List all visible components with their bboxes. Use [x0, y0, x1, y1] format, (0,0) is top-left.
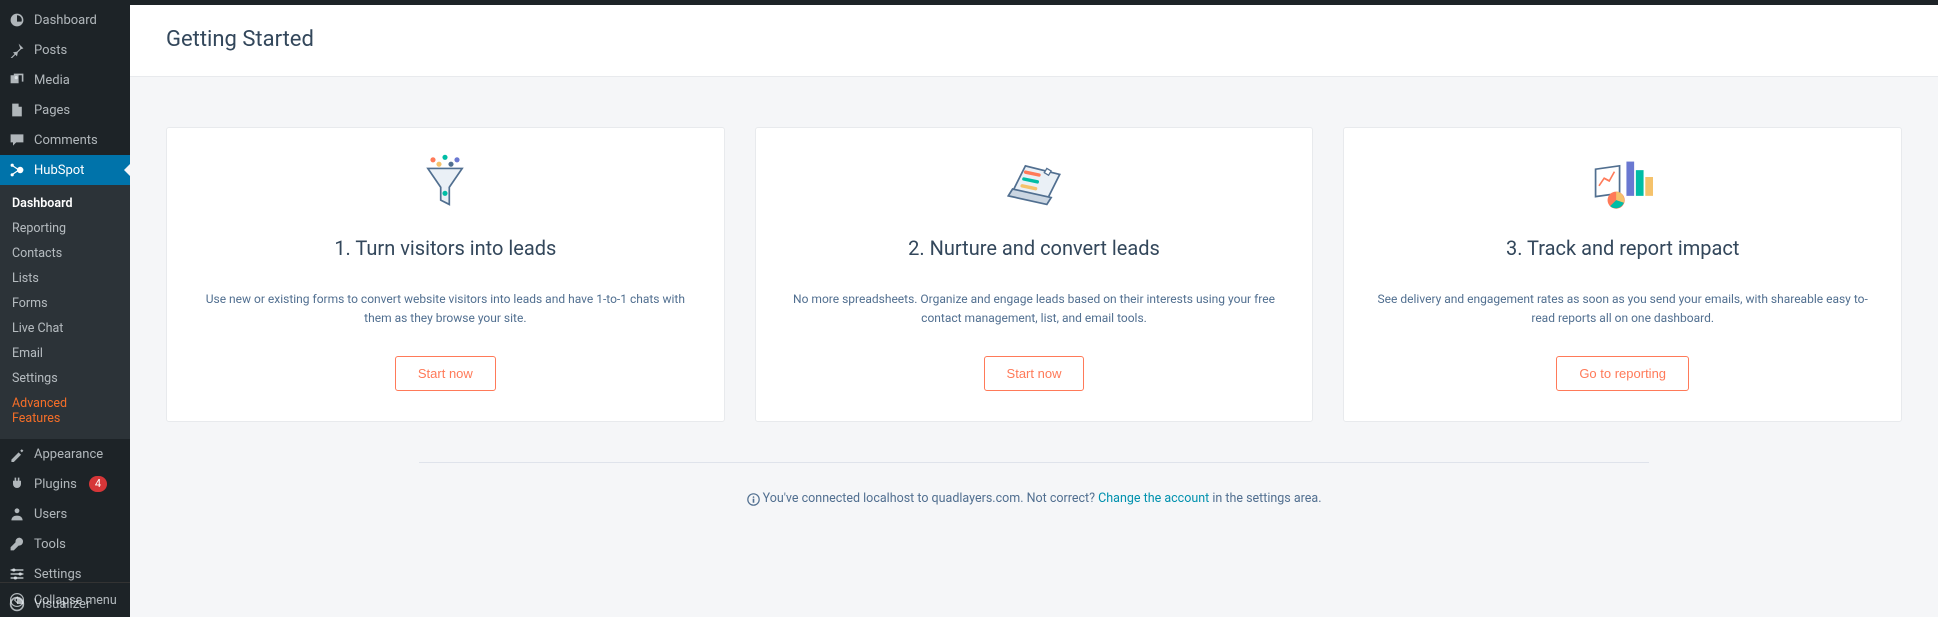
change-account-link[interactable]: Change the account [1098, 491, 1209, 506]
card-track-report-impact: 3. Track and report impact See delivery … [1343, 127, 1902, 422]
card-nurture-convert-leads: 2. Nurture and convert leads No more spr… [755, 127, 1314, 422]
collapse-menu-button[interactable]: Collapse menu [0, 582, 130, 617]
plugin-icon [8, 475, 26, 493]
main-content: Getting Started 1. Turn visitors into le… [130, 5, 1938, 617]
submenu-item-advanced-features[interactable]: Advanced Features [0, 391, 130, 431]
sidebar-item-plugins[interactable]: Plugins 4 [0, 469, 130, 499]
go-to-reporting-button[interactable]: Go to reporting [1556, 356, 1689, 391]
collapse-icon [8, 591, 26, 609]
pin-icon [8, 41, 26, 59]
sidebar-item-tools[interactable]: Tools [0, 529, 130, 559]
sidebar-item-label: HubSpot [34, 163, 84, 178]
card-title: 2. Nurture and convert leads [786, 236, 1283, 260]
sidebar-item-label: Comments [34, 133, 98, 148]
submenu-item-forms[interactable]: Forms [0, 291, 130, 316]
sidebar-item-label: Appearance [34, 447, 103, 462]
collapse-label: Collapse menu [34, 593, 117, 608]
sidebar-item-label: Posts [34, 43, 67, 58]
sidebar-item-label: Media [34, 73, 70, 88]
sidebar-item-comments[interactable]: Comments [0, 125, 130, 155]
card-description: See delivery and engagement rates as soo… [1374, 290, 1871, 328]
sidebar-item-label: Tools [34, 537, 66, 552]
sidebar-item-label: Users [34, 507, 67, 522]
users-icon [8, 505, 26, 523]
dashboard-icon [8, 11, 26, 29]
appearance-icon [8, 445, 26, 463]
card-description: No more spreadsheets. Organize and engag… [786, 290, 1283, 328]
charts-illustration [1583, 148, 1663, 218]
sidebar-menu: Dashboard Posts Media Pages Comments Hub… [0, 5, 130, 617]
sidebar-item-media[interactable]: Media [0, 65, 130, 95]
hubspot-icon [8, 161, 26, 179]
card-title: 1. Turn visitors into leads [197, 236, 694, 260]
settings-icon [8, 565, 26, 583]
submenu-item-live-chat[interactable]: Live Chat [0, 316, 130, 341]
sidebar-item-users[interactable]: Users [0, 499, 130, 529]
start-now-button[interactable]: Start now [395, 356, 496, 391]
sidebar-item-posts[interactable]: Posts [0, 35, 130, 65]
laptop-illustration [994, 148, 1074, 218]
funnel-illustration [405, 148, 485, 218]
submenu-item-reporting[interactable]: Reporting [0, 216, 130, 241]
sidebar-item-hubspot[interactable]: HubSpot [0, 155, 130, 185]
sidebar-item-appearance[interactable]: Appearance [0, 439, 130, 469]
footer-text-before: You've connected localhost to quadlayers… [763, 491, 1099, 506]
plugins-update-badge: 4 [89, 476, 107, 492]
submenu-item-dashboard[interactable]: Dashboard [0, 191, 130, 216]
sidebar-item-label: Plugins [34, 477, 77, 492]
card-title: 3. Track and report impact [1374, 236, 1871, 260]
page-title: Getting Started [166, 27, 1902, 52]
start-now-button[interactable]: Start now [984, 356, 1085, 391]
footer-text-after: in the settings area. [1209, 491, 1321, 506]
card-description: Use new or existing forms to convert web… [197, 290, 694, 328]
sidebar-item-label: Dashboard [34, 13, 97, 28]
sidebar-item-pages[interactable]: Pages [0, 95, 130, 125]
info-icon [747, 493, 760, 506]
tools-icon [8, 535, 26, 553]
page-header: Getting Started [130, 5, 1938, 77]
page-icon [8, 101, 26, 119]
card-turn-visitors-into-leads: 1. Turn visitors into leads Use new or e… [166, 127, 725, 422]
sidebar-item-label: Settings [34, 567, 81, 582]
admin-sidebar: Dashboard Posts Media Pages Comments Hub… [0, 5, 130, 617]
submenu-item-email[interactable]: Email [0, 341, 130, 366]
media-icon [8, 71, 26, 89]
sidebar-item-dashboard[interactable]: Dashboard [0, 5, 130, 35]
comment-icon [8, 131, 26, 149]
sidebar-item-label: Pages [34, 103, 70, 118]
onboarding-cards: 1. Turn visitors into leads Use new or e… [130, 77, 1938, 452]
connection-status-note: You've connected localhost to quadlayers… [130, 463, 1938, 534]
submenu-item-settings[interactable]: Settings [0, 366, 130, 391]
submenu-item-contacts[interactable]: Contacts [0, 241, 130, 266]
sidebar-submenu: Dashboard Reporting Contacts Lists Forms… [0, 185, 130, 439]
submenu-item-lists[interactable]: Lists [0, 266, 130, 291]
